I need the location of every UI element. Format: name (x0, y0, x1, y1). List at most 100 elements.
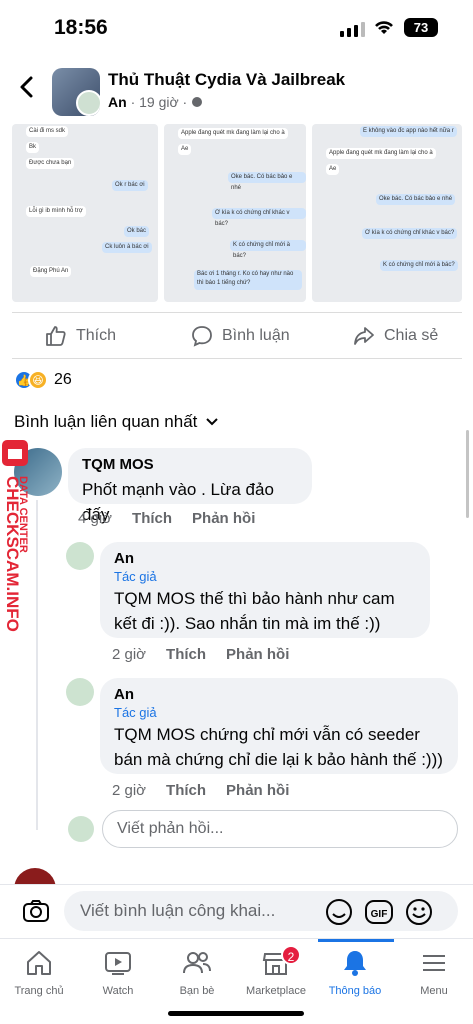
commenter-name[interactable]: TQM MOS (82, 456, 298, 473)
author-avatar (76, 90, 100, 116)
reply-like-button[interactable]: Thích (166, 646, 206, 663)
group-avatar[interactable] (52, 68, 100, 116)
gif-icon[interactable]: GIF (364, 897, 394, 927)
reply-reply-button[interactable]: Phản hồi (226, 646, 289, 663)
like-label: Thích (76, 327, 117, 344)
chevron-down-icon (206, 418, 219, 426)
share-label: Chia sẻ (384, 327, 439, 344)
tab-label: Watch (102, 985, 134, 997)
video-icon (105, 952, 131, 975)
chat-line: Ck luôn à bác ơi (102, 242, 152, 253)
reply-avatar[interactable] (66, 678, 94, 706)
comment-icon (192, 326, 212, 347)
emoji-icon[interactable] (404, 897, 434, 927)
thumbs-up-icon (46, 326, 66, 346)
reply-bubble: An Tác giả TQM MOS thế thì bảo hành như … (100, 542, 430, 638)
camera-icon[interactable] (22, 899, 50, 923)
my-avatar (68, 816, 94, 842)
reply-like-button[interactable]: Thích (166, 782, 206, 799)
comment-time: 4 giờ (78, 510, 113, 527)
author-name[interactable]: An (108, 94, 127, 110)
watermark-logo: DATA CENTER CHECKSCAM.INFO (2, 440, 29, 632)
tab-label: Marketplace (246, 985, 306, 997)
reply-input[interactable]: Viết phản hồi... (102, 810, 458, 848)
sticker-icon[interactable] (324, 897, 354, 927)
tab-marketplace[interactable]: Marketplace 2 (237, 945, 315, 997)
watermark: DATA CENTER CHECKSCAM.INFO (0, 436, 30, 666)
reply-text: TQM MOS thế thì bảo hành như cam kết đi … (114, 589, 395, 633)
active-tab-indicator (318, 939, 394, 942)
chat-screenshot-2[interactable]: Apple đang quét mk đang làm lại cho à Ae… (164, 124, 306, 302)
comment-button[interactable]: Bình luận (190, 324, 290, 348)
reply-time: 2 giờ (112, 646, 147, 663)
reply-reply-button[interactable]: Phản hồi (226, 782, 289, 799)
menu-icon (423, 955, 445, 971)
tab-home[interactable]: Trang chủ (0, 947, 78, 997)
group-name[interactable]: Thủ Thuật Cydia Và Jailbreak (108, 70, 345, 90)
watermark-line2: CHECKSCAM.INFO (3, 476, 22, 632)
reply-text: TQM MOS chứng chỉ mới vẫn có seeder bán … (114, 725, 443, 769)
battery-icon: 73 (404, 18, 438, 37)
chat-line: Ơ kìa k có chứng chỉ khác v bác? (212, 208, 306, 227)
comment-reply-button[interactable]: Phản hồi (192, 510, 255, 527)
comment-composer: Viết bình luận công khai... GIF (0, 884, 473, 936)
like-button[interactable]: Thích (44, 324, 116, 348)
share-icon (354, 327, 374, 345)
chat-screenshot-1[interactable]: Cài đi ms sdk Bk Được chưa bạn Ok r bác … (12, 124, 158, 302)
friends-icon (183, 952, 211, 974)
post-header: Thủ Thuật Cydia Và Jailbreak An · 19 giờ… (0, 62, 473, 120)
tab-label: Bạn bè (179, 985, 215, 997)
author-tag: Tác giả (114, 569, 157, 584)
chat-line: Oke bác. Có bác bảo e nhé (228, 172, 306, 191)
chat-line: Cài đi ms sdk (26, 126, 69, 137)
comment-like-button[interactable]: Thích (132, 510, 172, 527)
reaction-count: 26 (54, 371, 72, 388)
home-indicator (168, 1011, 304, 1016)
tab-notifications[interactable]: Thông báo (316, 947, 394, 997)
chat-screenshot-3[interactable]: E không vào đc app nào hết nữa r Apple đ… (312, 124, 462, 302)
reply-meta: 2 giờ Thích Phản hồi (112, 646, 289, 663)
comment-sort-dropdown[interactable]: Bình luận liên quan nhất (14, 412, 219, 432)
chat-line: Được chưa bạn (26, 158, 75, 169)
sort-label: Bình luận liên quan nhất (14, 412, 198, 431)
chat-line: Ơ kìa k có chứng chỉ khác v bác? (362, 228, 458, 239)
post-images[interactable]: Cài đi ms sdk Bk Được chưa bạn Ok r bác … (12, 124, 462, 302)
globe-icon (192, 97, 203, 107)
chat-line: K có chứng chỉ mới à bác? (230, 240, 306, 259)
chat-line: E không vào đc app nào hết nữa r (360, 126, 457, 137)
divider (12, 358, 462, 359)
chat-line: K có chứng chỉ mới à bác? (380, 260, 458, 271)
divider (12, 312, 462, 313)
comment-meta: 4 giờ Thích Phản hồi (78, 510, 255, 527)
bottom-tab-bar: Trang chủ Watch Bạn bè Marketplace 2 Thô… (0, 938, 473, 1024)
reply-avatar[interactable] (66, 542, 94, 570)
chat-line: Oke bác. Có bác bảo e nhé (376, 194, 456, 205)
signal-icon (340, 22, 365, 37)
status-bar: 18:56 73 (0, 0, 473, 56)
tab-friends[interactable]: Bạn bè (158, 947, 236, 997)
scrollbar[interactable] (466, 430, 469, 518)
author-tag: Tác giả (114, 705, 157, 720)
comment-input[interactable]: Viết bình luận công khai... (64, 891, 458, 931)
chat-line: Đặng Phú An (30, 266, 72, 277)
back-arrow-icon[interactable] (14, 74, 40, 100)
chat-line: Apple đang quét mk đang làm lại cho à (178, 128, 288, 139)
tab-menu[interactable]: Menu (395, 947, 473, 997)
share-button[interactable]: Chia sẻ (352, 324, 438, 348)
thread-line (36, 500, 38, 830)
chat-line: Bác ơi 1 tháng r. Ko có hay như nào thì … (194, 270, 302, 290)
post-time: · 19 giờ · (130, 94, 188, 110)
reply-author-name[interactable]: An (114, 686, 444, 703)
reply-time: 2 giờ (112, 782, 147, 799)
post-actions: Thích Bình luận Chia sẻ (0, 318, 473, 354)
reaction-summary[interactable]: 👍 😆 26 (14, 370, 72, 390)
tab-label: Trang chủ (14, 985, 64, 997)
comment-bubble: TQM MOS Phốt mạnh vào . Lừa đảo đấy (68, 448, 312, 524)
haha-reaction-icon: 😆 (28, 370, 48, 390)
tab-watch[interactable]: Watch (79, 947, 157, 997)
svg-text:GIF: GIF (371, 909, 388, 920)
tab-label: Thông báo (328, 985, 382, 997)
home-icon (27, 951, 51, 975)
chat-line: Lỗi gì ib mình hỗ trợ (26, 206, 86, 217)
reply-author-name[interactable]: An (114, 550, 416, 567)
